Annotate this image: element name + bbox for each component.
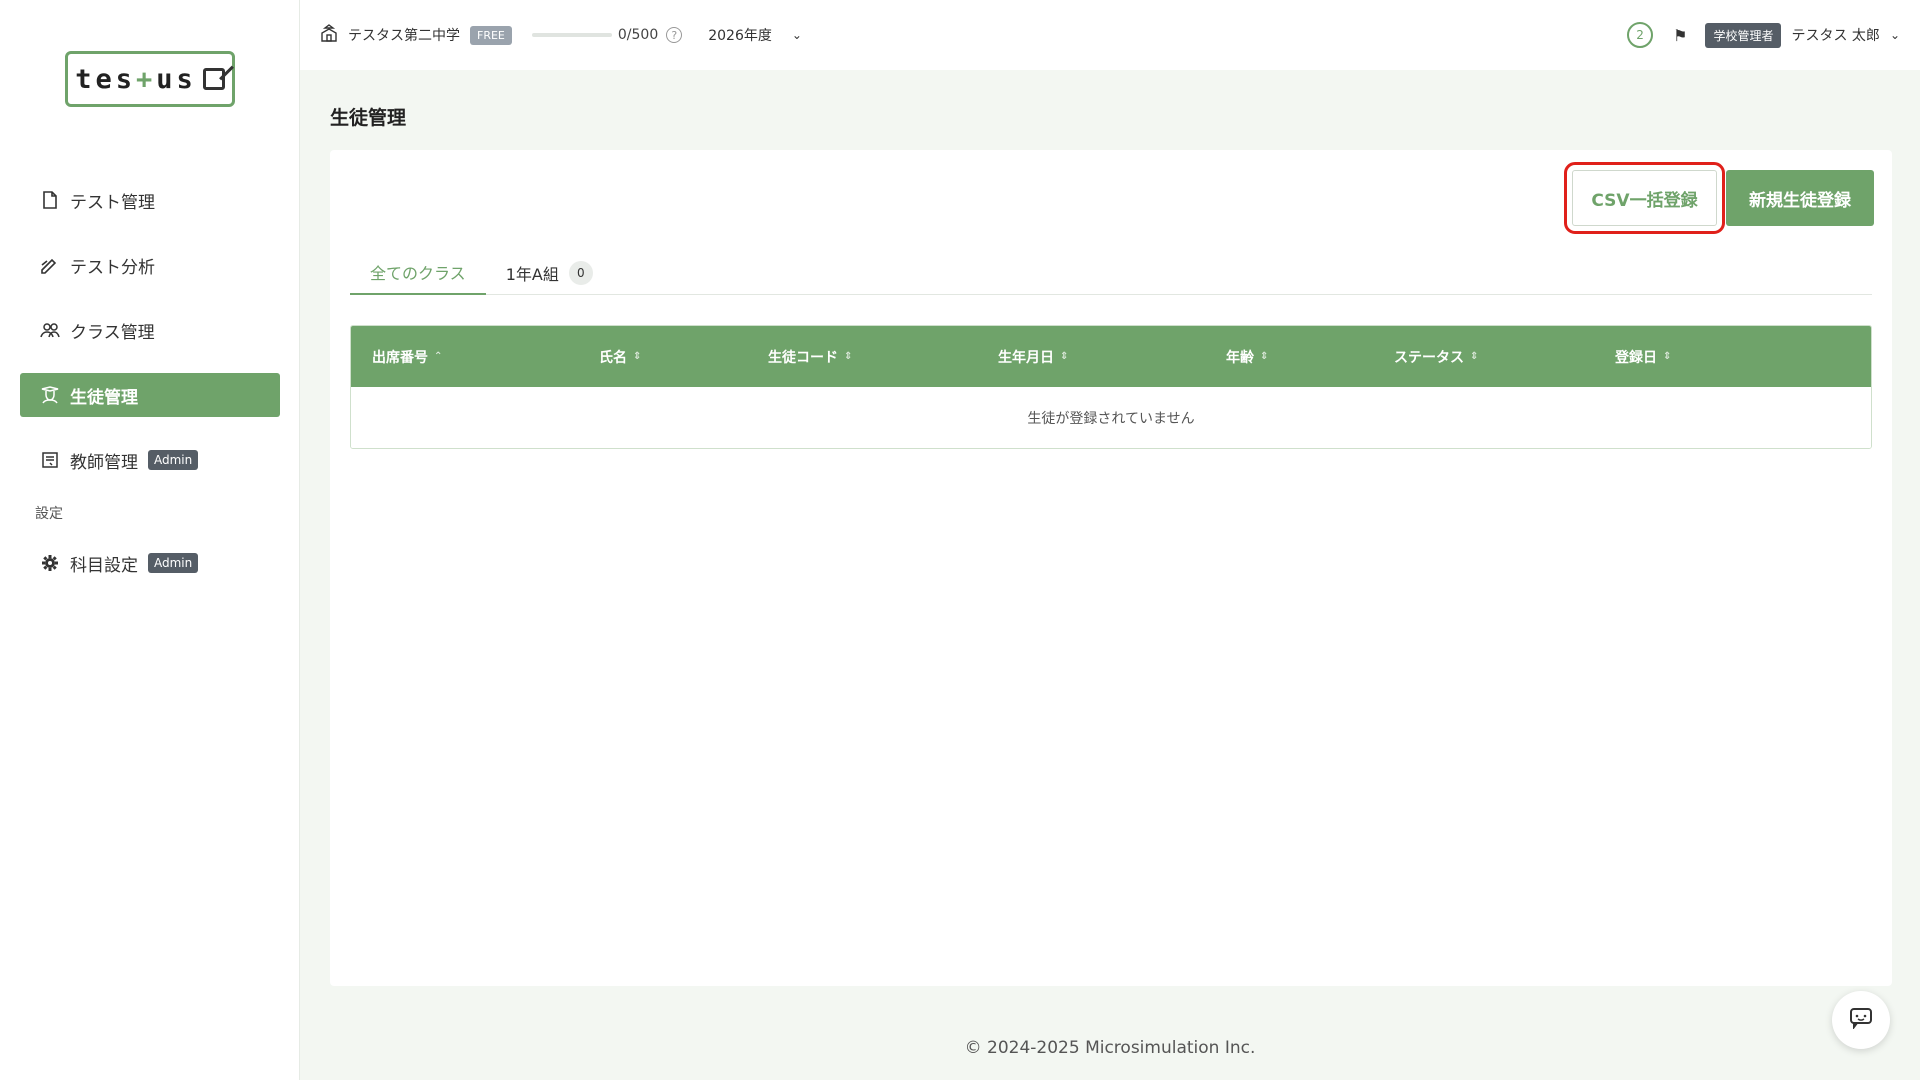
sidebar-item-label: 教師管理 [70, 452, 138, 473]
column-label: 登録日 [1615, 349, 1657, 366]
group-icon [40, 320, 60, 340]
new-student-button[interactable]: 新規生徒登録 [1726, 170, 1874, 226]
settings-section-label: 設定 [35, 506, 63, 522]
sidebar-nav: テスト管理 テスト分析 クラス管理 生徒管理 教師管理 Admin 設定 科目設… [20, 178, 280, 606]
teacher-icon [40, 450, 60, 470]
sort-icon: ⇕ [1260, 351, 1269, 362]
sidebar-item-label: テスト分析 [70, 257, 155, 278]
sidebar-item-test-management[interactable]: テスト管理 [20, 178, 280, 222]
footer-copyright: © 2024-2025 Microsimulation Inc. [964, 1038, 1256, 1058]
school-icon [320, 24, 338, 46]
app-logo[interactable]: tes+us [65, 51, 235, 107]
topbar-user-area: 2 ⚑ 学校管理者 テスタス 太郎 ⌄ [1627, 0, 1900, 70]
year-selector[interactable]: 2026年度 [708, 25, 772, 45]
table-empty-message: 生徒が登録されていません [351, 387, 1871, 448]
sidebar: tes+us テスト管理 テスト分析 クラス管理 生徒管理 教師管理 Admin… [0, 0, 300, 1080]
content-card: CSV一括登録 新規生徒登録 全てのクラス 1年A組 0 出席番号 ⌃ 氏名 ⇕ 生… [330, 150, 1892, 986]
sort-icon: ⇕ [633, 351, 642, 362]
sort-icon: ⇕ [1470, 351, 1479, 362]
gear-icon [40, 553, 60, 573]
top-bar: テスタス第二中学 FREE 0/500 ? 2026年度 ⌄ 2 ⚑ 学校管理者… [300, 0, 1920, 70]
sort-icon: ⇕ [844, 351, 853, 362]
admin-badge: Admin [148, 450, 199, 470]
notification-icon[interactable]: 2 [1627, 22, 1654, 48]
sidebar-item-student-management[interactable]: 生徒管理 [20, 373, 280, 417]
admin-badge: Admin [148, 553, 199, 573]
column-header-student-code[interactable]: 生徒コード ⇕ [768, 326, 852, 387]
student-table: 出席番号 ⌃ 氏名 ⇕ 生徒コード ⇕ 生年月日 ⇕ 年齢 ⇕ ステータス ⇕ 登録日 ⇕ 生… [350, 325, 1872, 449]
usage-progress-bar [531, 33, 612, 37]
csv-bulk-register-button[interactable]: CSV一括登録 [1564, 162, 1725, 234]
chat-icon [1849, 1007, 1873, 1034]
sidebar-item-class-management[interactable]: クラス管理 [20, 308, 280, 352]
column-header-age[interactable]: 年齢 ⇕ [1226, 326, 1268, 387]
sort-icon: ⇕ [1663, 351, 1672, 362]
column-label: 氏名 [599, 349, 627, 366]
role-badge: 学校管理者 [1705, 22, 1782, 48]
sidebar-item-label: クラス管理 [70, 322, 155, 343]
sidebar-item-label: 科目設定 [70, 555, 138, 576]
column-header-name[interactable]: 氏名 ⇕ [599, 326, 641, 387]
usage-count: 0/500 [617, 27, 659, 43]
column-label: ステータス [1394, 349, 1464, 366]
chevron-down-icon[interactable]: ⌄ [792, 28, 802, 42]
user-name[interactable]: テスタス 太郎 [1791, 25, 1879, 45]
tab-1a[interactable]: 1年A組 0 [486, 250, 613, 295]
chevron-down-icon[interactable]: ⌄ [1890, 28, 1900, 42]
column-label: 年齢 [1226, 349, 1254, 366]
column-label: 生徒コード [768, 349, 838, 366]
chat-support-button[interactable] [1832, 991, 1890, 1049]
sidebar-item-teacher-management[interactable]: 教師管理 Admin [20, 438, 280, 482]
edit-icon [202, 68, 225, 90]
school-name: テスタス第二中学 [348, 28, 460, 44]
column-header-attendance-number[interactable]: 出席番号 ⌃ [372, 326, 442, 387]
column-header-registration-date[interactable]: 登録日 ⇕ [1615, 326, 1671, 387]
tab-all-classes[interactable]: 全てのクラス [350, 250, 486, 295]
sort-icon: ⌃ [434, 351, 443, 362]
sidebar-item-subject-settings[interactable]: 科目設定 Admin [20, 541, 280, 585]
plan-badge: FREE [470, 25, 512, 45]
sort-icon: ⇕ [1060, 351, 1069, 362]
class-tabs: 全てのクラス 1年A組 0 [350, 250, 1872, 295]
student-icon [40, 385, 60, 405]
document-icon [40, 190, 60, 210]
column-label: 出席番号 [372, 349, 428, 366]
sidebar-item-label: 生徒管理 [70, 387, 138, 408]
logo-text: tes+us [75, 63, 197, 95]
tab-count-badge: 0 [568, 260, 593, 285]
column-header-birthdate[interactable]: 生年月日 ⇕ [998, 326, 1068, 387]
help-icon[interactable]: ? [666, 27, 683, 43]
sidebar-item-label: テスト管理 [70, 192, 155, 213]
flag-icon[interactable]: ⚑ [1673, 26, 1687, 45]
tab-label: 1年A組 [505, 264, 559, 284]
page-title: 生徒管理 [330, 107, 407, 129]
tab-label: 全てのクラス [370, 263, 466, 283]
column-label: 生年月日 [998, 349, 1054, 366]
sidebar-item-test-analysis[interactable]: テスト分析 [20, 243, 280, 287]
column-header-status[interactable]: ステータス ⇕ [1394, 326, 1478, 387]
pen-chart-icon [40, 255, 60, 275]
table-header: 出席番号 ⌃ 氏名 ⇕ 生徒コード ⇕ 生年月日 ⇕ 年齢 ⇕ ステータス ⇕ 登録日 ⇕ [351, 326, 1871, 387]
